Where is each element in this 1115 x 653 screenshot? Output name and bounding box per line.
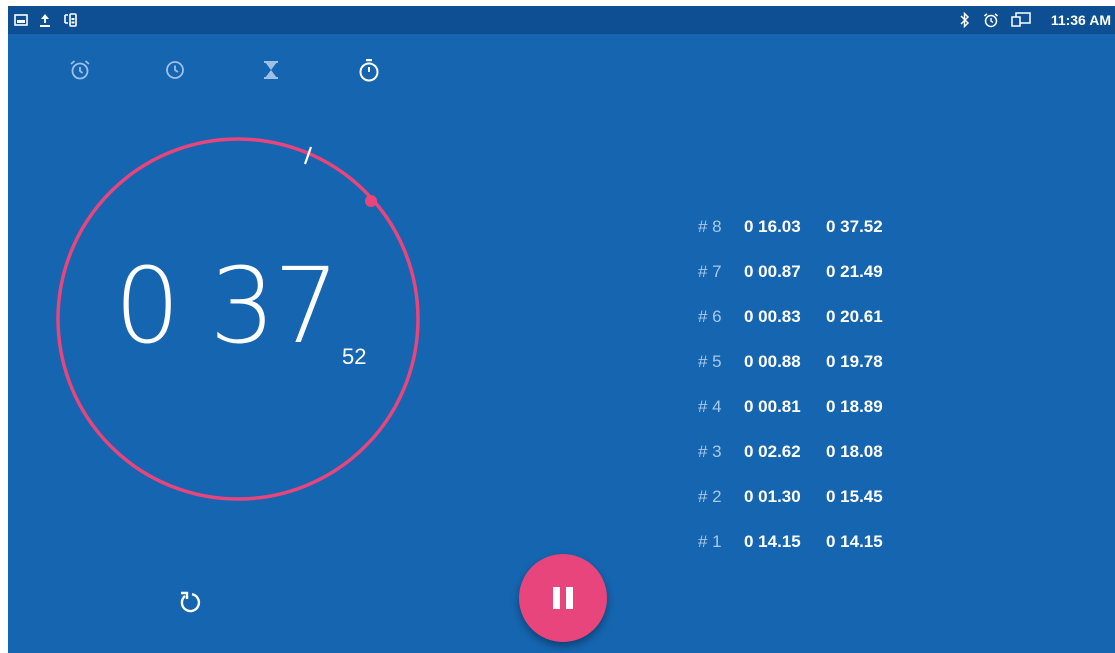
elapsed-seconds: 37	[209, 245, 339, 367]
status-bar-right: 11:36 AM	[959, 10, 1111, 30]
lap-row: # 8 0 16.03 0 37.52	[698, 204, 906, 249]
lap-number: # 2	[698, 486, 722, 506]
bluetooth-icon	[959, 12, 971, 28]
lap-row: # 1 0 14.15 0 14.15	[698, 519, 906, 564]
lap-number: # 1	[698, 531, 722, 551]
lap-number: # 7	[698, 261, 722, 281]
lap-time: 0 01.30	[744, 486, 801, 506]
reset-icon	[180, 591, 201, 613]
lap-total: 0 18.08	[826, 441, 883, 461]
stopwatch-screen: 11:36 AM 0 37 52 # 8 0 16.03 0 37.52 # 7…	[8, 6, 1115, 653]
lap-number: # 4	[698, 396, 722, 416]
lap-time: 0 00.81	[744, 396, 801, 416]
lap-number: # 3	[698, 441, 722, 461]
elapsed-hundredths: 52	[342, 344, 367, 369]
status-time: 11:36 AM	[1050, 12, 1111, 28]
lap-total: 0 21.49	[826, 261, 883, 281]
lap-row: # 5 0 00.88 0 19.78	[698, 339, 906, 384]
lap-list: # 8 0 16.03 0 37.52 # 7 0 00.87 0 21.49 …	[698, 204, 906, 564]
lap-number: # 8	[698, 216, 722, 236]
lap-row: # 3 0 02.62 0 18.08	[698, 429, 906, 474]
elapsed-time: 0 37	[96, 254, 356, 358]
alarm-status-icon	[983, 12, 999, 28]
lap-row: # 7 0 00.87 0 21.49	[698, 249, 906, 294]
lap-time: 0 14.15	[744, 531, 801, 551]
lap-total: 0 19.78	[826, 351, 883, 371]
lap-total: 0 20.61	[826, 306, 883, 326]
pause-icon	[553, 587, 573, 609]
lap-row: # 2 0 01.30 0 15.45	[698, 474, 906, 519]
lap-total: 0 14.15	[826, 531, 883, 551]
lap-row: # 4 0 00.81 0 18.89	[698, 384, 906, 429]
lap-total: 0 37.52	[826, 216, 883, 236]
reset-button[interactable]	[168, 580, 212, 624]
screen-cast-icon	[1011, 12, 1031, 28]
elapsed-minutes: 0	[114, 245, 180, 367]
progress-dot	[365, 195, 377, 207]
lap-time: 0 00.87	[744, 261, 801, 281]
lap-total: 0 15.45	[826, 486, 883, 506]
lap-time: 0 00.88	[744, 351, 801, 371]
lap-time: 0 02.62	[744, 441, 801, 461]
pause-button[interactable]	[519, 554, 607, 642]
lap-time: 0 16.03	[744, 216, 801, 236]
lap-number: # 6	[698, 306, 722, 326]
lap-number: # 5	[698, 351, 722, 371]
lap-total: 0 18.89	[826, 396, 883, 416]
lap-row: # 6 0 00.83 0 20.61	[698, 294, 906, 339]
lap-time: 0 00.83	[744, 306, 801, 326]
